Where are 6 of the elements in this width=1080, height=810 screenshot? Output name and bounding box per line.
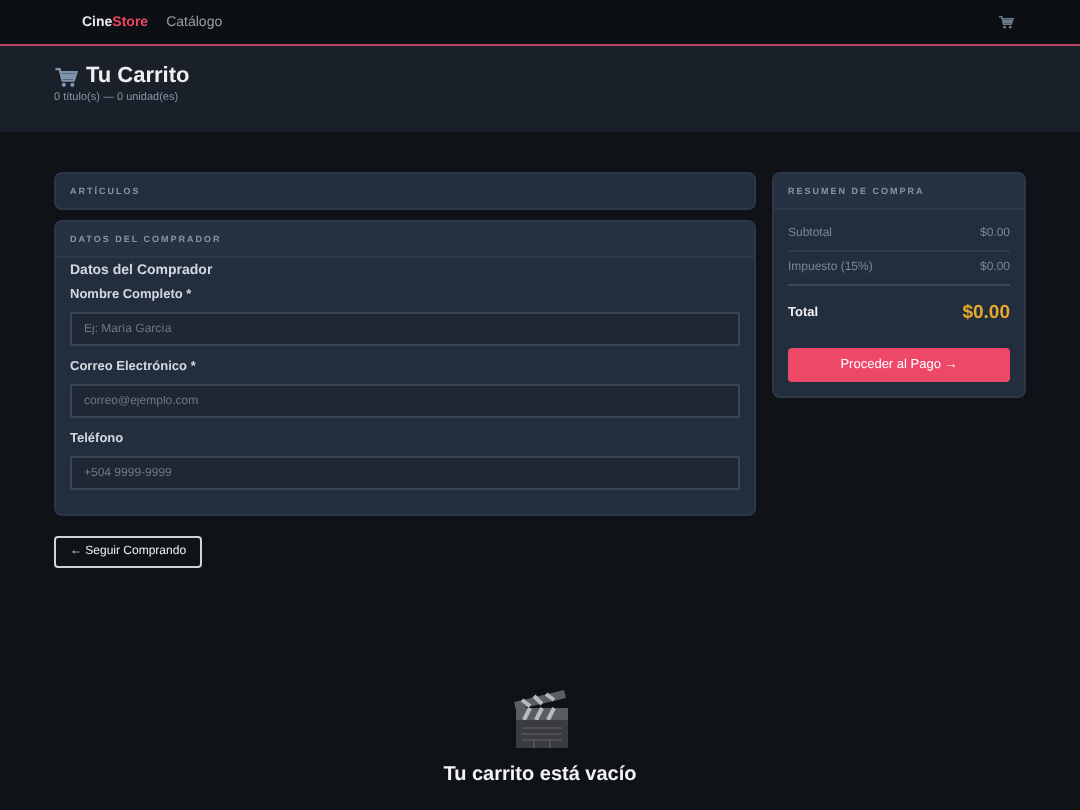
page-title: Tu Carrito [86, 64, 190, 88]
cart-icon [54, 65, 78, 87]
cart-icon[interactable] [998, 14, 1014, 30]
clapperboard-icon [511, 688, 569, 748]
total-value: $0.00 [962, 302, 1010, 324]
empty-message: Tu carrito está vacío [443, 764, 637, 786]
